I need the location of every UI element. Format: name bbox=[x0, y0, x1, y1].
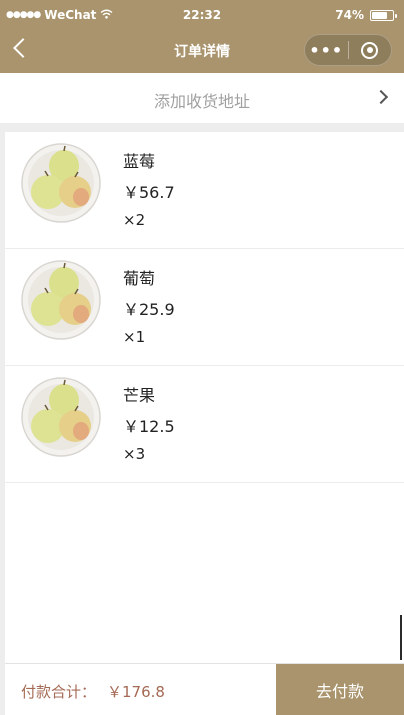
item-name: 蓝莓 bbox=[123, 152, 156, 171]
item-name: 葡萄 bbox=[123, 269, 156, 288]
pears-plate-image bbox=[21, 377, 101, 457]
battery-fill bbox=[372, 11, 387, 19]
total-label: 付款合计： bbox=[21, 683, 97, 701]
list-item[interactable]: 葡萄 ￥25.9 ×1 bbox=[5, 249, 404, 366]
mini-program-capsule: ••• bbox=[304, 34, 392, 66]
total-value: ￥176.8 bbox=[107, 683, 165, 701]
status-right: 74% bbox=[335, 8, 397, 22]
item-quantity: ×3 bbox=[123, 445, 146, 463]
battery-icon bbox=[370, 9, 397, 21]
order-item-list: 蓝莓 ￥56.7 ×2 葡萄 ￥25.9 ×1 芒果 ￥12.5 ×3 bbox=[5, 132, 404, 663]
list-item[interactable]: 蓝莓 ￥56.7 ×2 bbox=[5, 132, 404, 249]
item-name: 芒果 bbox=[123, 386, 156, 405]
status-bar: ●●●●● WeChat 22:32 74% bbox=[0, 0, 404, 28]
target-circle-icon[interactable] bbox=[348, 41, 391, 59]
checkout-bar: 付款合计： ￥176.8 去付款 bbox=[5, 663, 404, 715]
navigation-bar: 订单详情 ••• bbox=[0, 28, 404, 73]
pears-plate-image bbox=[21, 260, 101, 340]
item-price: ￥25.9 bbox=[123, 300, 175, 319]
battery-percent: 74% bbox=[335, 8, 364, 22]
scrollbar[interactable] bbox=[400, 615, 402, 660]
pears-plate-image bbox=[21, 143, 101, 223]
more-dots-icon[interactable]: ••• bbox=[305, 41, 348, 60]
item-quantity: ×1 bbox=[123, 328, 146, 346]
add-address-row[interactable]: 添加收货地址 bbox=[0, 73, 404, 123]
list-item[interactable]: 芒果 ￥12.5 ×3 bbox=[5, 366, 404, 483]
item-quantity: ×2 bbox=[123, 211, 146, 229]
item-price: ￥56.7 bbox=[123, 183, 175, 202]
pay-button[interactable]: 去付款 bbox=[276, 664, 404, 715]
item-price: ￥12.5 bbox=[123, 417, 175, 436]
add-address-label: 添加收货地址 bbox=[153, 92, 250, 111]
